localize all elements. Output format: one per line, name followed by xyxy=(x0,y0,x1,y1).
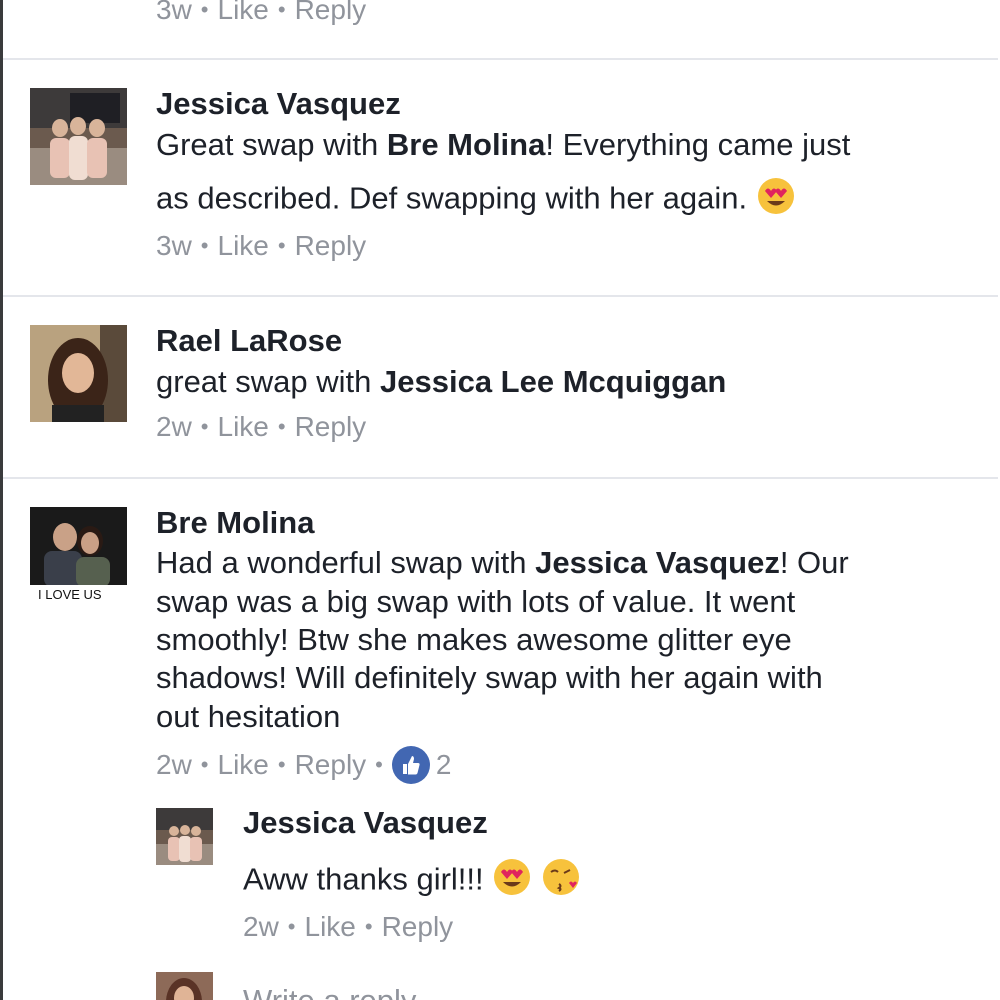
comment-author[interactable]: Jessica Vasquez xyxy=(156,86,401,122)
comment-text-line: shadows! Will definitely swap with her a… xyxy=(156,660,823,695)
reply-text-part: Aww thanks girl!!! xyxy=(243,861,484,897)
comment-text-line: as described. Def swapping with her agai… xyxy=(156,176,796,225)
like-link[interactable]: Like xyxy=(218,0,269,26)
reply-link[interactable]: Reply xyxy=(295,411,367,443)
separator: • xyxy=(277,0,286,22)
timestamp: 2w xyxy=(243,911,279,942)
like-link[interactable]: Like xyxy=(218,749,269,781)
reply-author[interactable]: Jessica Vasquez xyxy=(243,805,488,841)
like-link[interactable]: Like xyxy=(305,911,356,943)
separator: • xyxy=(200,233,209,258)
comment-text-part: Had a wonderful swap with xyxy=(156,545,536,580)
avatar[interactable] xyxy=(30,325,127,422)
like-link[interactable]: Like xyxy=(218,230,269,262)
comment-divider xyxy=(3,295,998,297)
comment-text-line: smoothly! Btw she makes awesome glitter … xyxy=(156,622,792,657)
avatar[interactable]: I LOVE US xyxy=(30,507,127,604)
separator: • xyxy=(200,0,209,22)
current-user-avatar xyxy=(156,972,213,1000)
separator: • xyxy=(287,914,296,939)
separator: • xyxy=(200,414,209,439)
separator: • xyxy=(200,752,209,777)
avatar[interactable] xyxy=(156,808,213,865)
avatar[interactable] xyxy=(30,88,127,185)
comment-text-part: ! Everything came just xyxy=(545,127,851,162)
comment-meta: 3w • Like • Reply xyxy=(156,0,366,26)
comment-text: Great swap with Bre Molina! Everything c… xyxy=(156,126,850,164)
reply-meta: 2w • Like • Reply xyxy=(243,911,453,943)
heart-eyes-emoji-icon xyxy=(492,857,532,906)
reply-link[interactable]: Reply xyxy=(295,230,367,262)
comment-divider xyxy=(3,477,998,479)
comment-text-line: out hesitation xyxy=(156,699,341,734)
comment-meta: 2w • Like • Reply • 2 xyxy=(156,746,451,784)
timestamp: 3w xyxy=(156,230,192,261)
comment-text: Had a wonderful swap with Jessica Vasque… xyxy=(156,544,849,582)
comment-text-part: as described. Def swapping with her agai… xyxy=(156,180,748,216)
separator: • xyxy=(364,914,373,939)
comment-meta: 3w • Like • Reply xyxy=(156,230,366,262)
like-link[interactable]: Like xyxy=(218,411,269,443)
left-border xyxy=(0,0,3,1000)
timestamp: 3w xyxy=(156,0,192,25)
reply-text: Aww thanks girl!!! xyxy=(243,857,581,906)
comment-meta: 2w • Like • Reply xyxy=(156,411,366,443)
mention-link[interactable]: Bre Molina xyxy=(387,127,545,162)
reply-link[interactable]: Reply xyxy=(382,911,454,943)
kissing-heart-emoji-icon xyxy=(541,857,581,906)
reaction-count[interactable]: 2 xyxy=(436,749,452,781)
separator: • xyxy=(277,752,286,777)
comment-text-part: great swap with xyxy=(156,364,380,399)
write-reply-input[interactable]: Write a reply... xyxy=(243,983,440,1000)
mention-link[interactable]: Jessica Lee Mcquiggan xyxy=(380,364,726,399)
comment-text: great swap with Jessica Lee Mcquiggan xyxy=(156,363,726,401)
comment-text-part: Great swap with xyxy=(156,127,387,162)
separator: • xyxy=(375,752,383,777)
separator: • xyxy=(277,414,286,439)
heart-eyes-emoji-icon xyxy=(756,176,796,225)
comment-divider xyxy=(3,58,998,60)
avatar-caption: I LOVE US xyxy=(38,587,102,602)
comment-author[interactable]: Rael LaRose xyxy=(156,323,342,359)
separator: • xyxy=(277,233,286,258)
comment-text-line: swap was a big swap with lots of value. … xyxy=(156,584,796,619)
mention-link[interactable]: Jessica Vasquez xyxy=(535,545,780,580)
comment-author[interactable]: Bre Molina xyxy=(156,505,314,541)
reply-link[interactable]: Reply xyxy=(295,749,367,781)
timestamp: 2w xyxy=(156,749,192,780)
reply-link[interactable]: Reply xyxy=(295,0,367,26)
comment-text-part: ! Our xyxy=(779,545,849,580)
like-reaction-icon[interactable] xyxy=(391,746,430,784)
timestamp: 2w xyxy=(156,411,192,442)
